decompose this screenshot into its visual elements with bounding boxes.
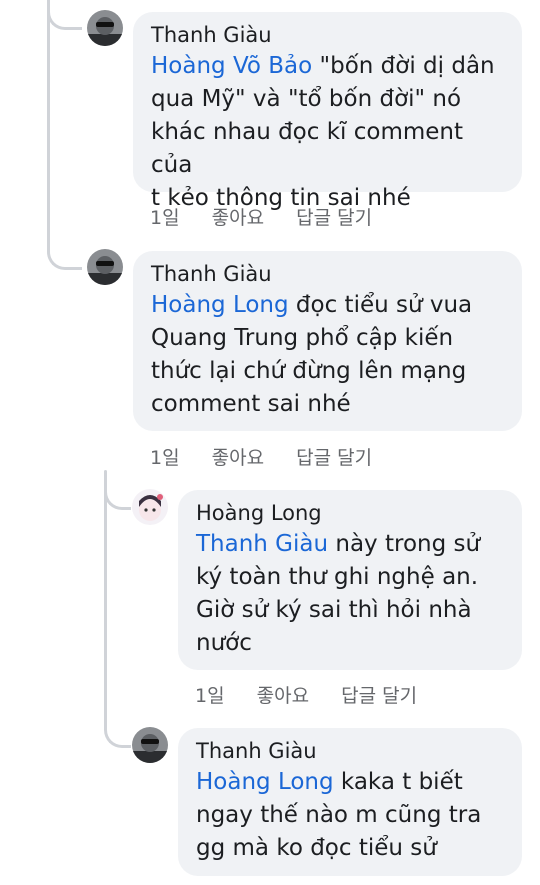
comment-text: Hoàng Võ Bảo "bốn đời dị dân qua Mỹ" và … bbox=[151, 50, 504, 215]
avatar[interactable] bbox=[132, 727, 168, 763]
like-button[interactable]: 좋아요 bbox=[212, 443, 264, 470]
comment-text-line: Quang Trung phổ cập kiến bbox=[151, 325, 454, 351]
comment-text-line: khác nhau đọc kĩ comment của bbox=[151, 119, 464, 178]
thread-connector bbox=[104, 718, 131, 748]
reply-button[interactable]: 답글 달기 bbox=[296, 203, 372, 230]
like-button[interactable]: 좋아요 bbox=[212, 203, 264, 230]
comment-text: Thanh Giàu này trong sử ký toàn thư ghi … bbox=[196, 528, 504, 660]
avatar[interactable] bbox=[87, 10, 123, 46]
comment-text-line: ngay thế nào m cũng tra bbox=[196, 802, 482, 828]
comment-text-line: qua Mỹ" và "tổ bốn đời" nó bbox=[151, 86, 462, 112]
avatar[interactable] bbox=[87, 249, 123, 285]
thread-connector bbox=[47, 240, 82, 270]
reply-button[interactable]: 답글 달기 bbox=[341, 681, 417, 708]
comment-text-line: "bốn đời dị dân bbox=[319, 53, 495, 79]
comment-time[interactable]: 1일 bbox=[150, 443, 180, 470]
comment-text: Hoàng Long đọc tiểu sử vua Quang Trung p… bbox=[151, 289, 504, 421]
comment-text-line: ký toàn thư ghi nghệ an. bbox=[196, 564, 479, 590]
thread-line-main bbox=[47, 0, 50, 250]
comment-text-line: kaka t biết bbox=[340, 769, 463, 795]
comment-text-line: Giờ sử ký sai thì hỏi nhà bbox=[196, 597, 472, 623]
like-button[interactable]: 좋아요 bbox=[257, 681, 309, 708]
comment-author[interactable]: Thanh Giàu bbox=[151, 22, 504, 48]
comment-author[interactable]: Thanh Giàu bbox=[151, 261, 504, 287]
comment-author[interactable]: Hoàng Long bbox=[196, 500, 504, 526]
comment-bubble: Thanh Giàu Hoàng Long kaka t biết ngay t… bbox=[178, 728, 522, 876]
comment-time[interactable]: 1일 bbox=[195, 681, 225, 708]
thread-connector bbox=[104, 480, 131, 510]
mention-link[interactable]: Thanh Giàu bbox=[196, 531, 328, 557]
comment-text-line: nước bbox=[196, 630, 252, 656]
comment-bubble: Thanh Giàu Hoàng Long đọc tiểu sử vua Qu… bbox=[133, 251, 522, 431]
mention-link[interactable]: Hoàng Long bbox=[151, 292, 289, 318]
reply-button[interactable]: 답글 달기 bbox=[296, 443, 372, 470]
comment-time[interactable]: 1일 bbox=[150, 203, 180, 230]
comment-text: Hoàng Long kaka t biết ngay thế nào m cũ… bbox=[196, 766, 504, 865]
comment-actions: 1일 좋아요 답글 달기 bbox=[150, 203, 398, 230]
comment-actions: 1일 좋아요 답글 달기 bbox=[195, 681, 443, 708]
thread-line-reply bbox=[104, 470, 107, 730]
comment-text-line: đọc tiểu sử vua bbox=[295, 292, 473, 318]
thread-connector bbox=[47, 0, 82, 30]
mention-link[interactable]: Hoàng Long bbox=[196, 769, 334, 795]
comment-text-line: này trong sử bbox=[335, 531, 481, 557]
comment-text-line: comment sai nhé bbox=[151, 391, 351, 417]
comment-bubble: Thanh Giàu Hoàng Võ Bảo "bốn đời dị dân … bbox=[133, 12, 522, 211]
comment-actions: 1일 좋아요 답글 달기 bbox=[150, 443, 398, 470]
comment-text-line: thức lại chứ đừng lên mạng bbox=[151, 358, 467, 384]
mention-link[interactable]: Hoàng Võ Bảo bbox=[151, 53, 312, 79]
comment-bubble: Hoàng Long Thanh Giàu này trong sử ký to… bbox=[178, 490, 522, 670]
comment-text-line: gg mà ko đọc tiểu sử bbox=[196, 835, 437, 861]
avatar[interactable] bbox=[132, 489, 168, 525]
comment-author[interactable]: Thanh Giàu bbox=[196, 738, 504, 764]
